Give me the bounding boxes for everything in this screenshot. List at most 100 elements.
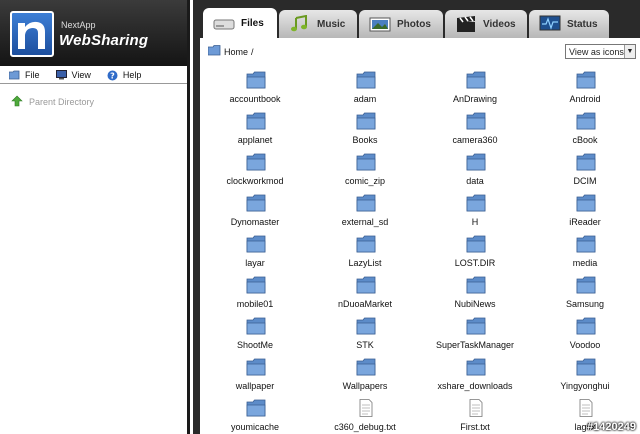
folder-item[interactable]: NubiNews xyxy=(420,271,530,312)
monitor-icon xyxy=(55,69,67,80)
parent-directory-link[interactable]: Parent Directory xyxy=(11,95,94,109)
folder-icon xyxy=(466,153,486,171)
item-label: youmicache xyxy=(230,422,280,432)
item-label: Android xyxy=(569,94,601,104)
main-area: Files Music Photos Videos Status Home / … xyxy=(193,0,640,434)
item-label: clockworkmod xyxy=(226,176,284,186)
item-label: c360_debug.txt xyxy=(334,422,396,432)
folder-item[interactable]: Samsung xyxy=(530,271,640,312)
nextapp-logo-icon xyxy=(10,11,54,57)
folder-item[interactable]: SuperTaskManager xyxy=(420,312,530,353)
folder-item[interactable]: external_sd xyxy=(310,189,420,230)
item-label: layar xyxy=(245,258,265,268)
folder-item[interactable]: mobile01 xyxy=(200,271,310,312)
photo-icon xyxy=(369,15,391,33)
tab-status-label: Status xyxy=(567,18,598,30)
music-note-icon xyxy=(289,14,311,33)
menu-help[interactable]: ? Help xyxy=(107,69,142,80)
folder-item[interactable]: wallpaper xyxy=(200,353,310,394)
folder-item[interactable]: applanet xyxy=(200,107,310,148)
folder-icon xyxy=(576,112,596,130)
folder-item[interactable]: LazyList xyxy=(310,230,420,271)
item-label: Books xyxy=(352,135,378,145)
file-icon xyxy=(356,399,376,417)
folder-item[interactable]: DCIM xyxy=(530,148,640,189)
folder-item[interactable]: adam xyxy=(310,66,420,107)
tab-videos[interactable]: Videos xyxy=(445,10,527,38)
folder-icon xyxy=(246,112,266,130)
folder-icon xyxy=(576,153,596,171)
item-label: Samsung xyxy=(565,299,605,309)
folder-item[interactable]: STK xyxy=(310,312,420,353)
folder-icon xyxy=(8,70,20,80)
folder-item[interactable]: layar xyxy=(200,230,310,271)
folder-icon xyxy=(466,317,486,335)
folder-item[interactable]: ShootMe xyxy=(200,312,310,353)
menu-help-label: Help xyxy=(122,69,142,80)
view-mode-select[interactable]: View as icons ▼ xyxy=(565,44,636,59)
folder-icon xyxy=(576,317,596,335)
folder-icon xyxy=(576,358,596,376)
menu-view[interactable]: View xyxy=(55,69,91,80)
folder-item[interactable]: AnDrawing xyxy=(420,66,530,107)
clapperboard-icon xyxy=(455,15,477,33)
folder-item[interactable]: Android xyxy=(530,66,640,107)
folder-item[interactable]: nDuoaMarket xyxy=(310,271,420,312)
folder-item[interactable]: iReader xyxy=(530,189,640,230)
file-item[interactable]: c360_debug.txt xyxy=(310,394,420,434)
tab-status[interactable]: Status xyxy=(529,10,609,38)
item-label: wallpaper xyxy=(235,381,275,391)
file-browser: Home / View as icons ▼ accountbook adam An… xyxy=(200,38,640,434)
left-panel: NextApp WebSharing File View ? Help Pare… xyxy=(0,0,190,434)
path-bar: Home / View as icons ▼ xyxy=(200,38,640,66)
folder-item[interactable]: Dynomaster xyxy=(200,189,310,230)
folder-icon xyxy=(246,276,266,294)
breadcrumb-home[interactable]: Home xyxy=(224,47,248,57)
menu-bar: File View ? Help xyxy=(0,66,187,84)
item-label: ShootMe xyxy=(236,340,274,350)
item-label: media xyxy=(572,258,598,268)
arrow-up-icon xyxy=(11,95,23,109)
folder-icon xyxy=(356,71,376,89)
menu-file[interactable]: File xyxy=(8,70,40,80)
folder-icon xyxy=(466,71,486,89)
item-label: AnDrawing xyxy=(452,94,498,104)
folder-icon xyxy=(246,317,266,335)
folder-icon xyxy=(576,276,596,294)
item-label: STK xyxy=(356,340,374,350)
file-item[interactable]: First.txt xyxy=(420,394,530,434)
tab-music[interactable]: Music xyxy=(279,10,357,38)
folder-item[interactable]: youmicache xyxy=(200,394,310,434)
chevron-down-icon[interactable]: ▼ xyxy=(624,45,635,58)
item-label: nDuoaMarket xyxy=(337,299,393,309)
folder-item[interactable]: data xyxy=(420,148,530,189)
folder-item[interactable]: Voodoo xyxy=(530,312,640,353)
folder-item[interactable]: comic_zip xyxy=(310,148,420,189)
breadcrumb-separator: / xyxy=(251,46,254,57)
folder-item[interactable]: H xyxy=(420,189,530,230)
folder-icon xyxy=(246,399,266,417)
item-label: LOST.DIR xyxy=(454,258,496,268)
folder-item[interactable]: accountbook xyxy=(200,66,310,107)
item-label: adam xyxy=(353,94,377,104)
folder-icon xyxy=(356,358,376,376)
item-label: Yingyonghui xyxy=(560,381,610,391)
folder-item[interactable]: Yingyonghui xyxy=(530,353,640,394)
folder-item[interactable]: clockworkmod xyxy=(200,148,310,189)
tab-videos-label: Videos xyxy=(483,18,516,30)
tab-photos[interactable]: Photos xyxy=(359,10,443,38)
folder-item[interactable]: camera360 xyxy=(420,107,530,148)
item-label: data xyxy=(466,176,484,186)
folder-item[interactable]: cBook xyxy=(530,107,640,148)
folder-item[interactable]: xshare_downloads xyxy=(420,353,530,394)
folder-item[interactable]: media xyxy=(530,230,640,271)
folder-item[interactable]: LOST.DIR xyxy=(420,230,530,271)
tab-files[interactable]: Files xyxy=(203,8,277,39)
tab-files-label: Files xyxy=(241,18,264,29)
item-label: applanet xyxy=(237,135,273,145)
item-label: H xyxy=(471,217,479,227)
folder-item[interactable]: Books xyxy=(310,107,420,148)
folder-item[interactable]: Wallpapers xyxy=(310,353,420,394)
item-label: camera360 xyxy=(452,135,498,145)
file-icon xyxy=(466,399,486,417)
